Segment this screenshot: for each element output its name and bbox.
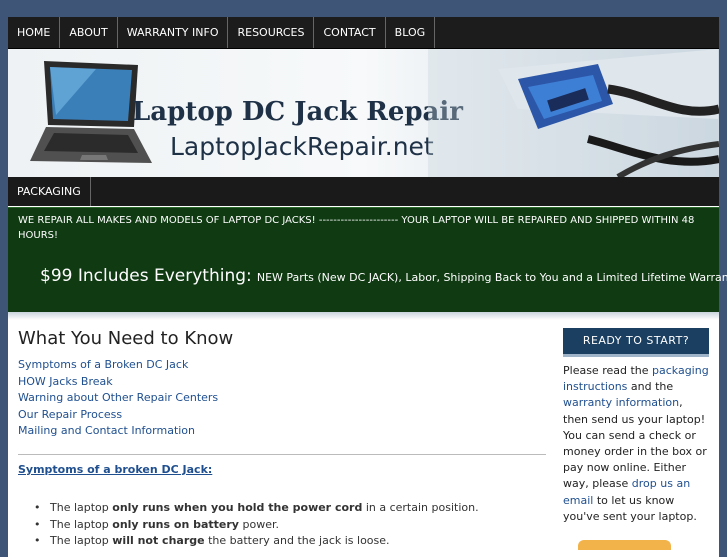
promo-box: WE REPAIR ALL MAKES AND MODELS OF LAPTOP…: [8, 207, 727, 312]
link-how-jacks-break[interactable]: HOW Jacks Break: [18, 374, 548, 391]
site-banner: Laptop DC Jack Repair LaptopJackRepair.n…: [8, 49, 719, 177]
promo-headline: WE REPAIR ALL MAKES AND MODELS OF LAPTOP…: [18, 215, 695, 241]
content-rule: [18, 454, 546, 455]
nav-blog[interactable]: BLOG: [386, 17, 436, 48]
warranty-information-link[interactable]: warranty information: [563, 396, 679, 409]
section-divider: [8, 312, 719, 320]
ready-to-start-heading: READY TO START?: [563, 328, 709, 357]
link-warning[interactable]: Warning about Other Repair Centers: [18, 390, 548, 407]
sidebar: READY TO START? Please read the packagin…: [563, 328, 709, 525]
promo-details: NEW Parts (New DC JACK), Labor, Shipping…: [256, 271, 727, 284]
promo-offer: $99 Includes Everything: NEW Parts (New …: [40, 266, 727, 286]
nav-contact[interactable]: CONTACT: [314, 17, 386, 48]
list-item: The laptop only runs when you hold the p…: [24, 500, 544, 517]
nav-packaging[interactable]: PACKAGING: [8, 177, 91, 206]
symptoms-heading: Symptoms of a broken DC Jack:: [18, 463, 213, 476]
link-repair-process[interactable]: Our Repair Process: [18, 407, 548, 424]
link-mailing-contact[interactable]: Mailing and Contact Information: [18, 423, 548, 440]
nav-home[interactable]: HOME: [8, 17, 61, 48]
pay-now-button[interactable]: [578, 540, 671, 550]
symptoms-list: The laptop only runs when you hold the p…: [24, 500, 544, 550]
main-nav: HOME ABOUT WARRANTY INFO RESOURCES CONTA…: [8, 17, 719, 49]
banner-title: Laptop DC Jack Repair: [132, 97, 463, 127]
main-content: What You Need to Know Symptoms of a Brok…: [18, 326, 548, 440]
nav-warranty-info[interactable]: WARRANTY INFO: [118, 17, 229, 48]
page-frame: HOME ABOUT WARRANTY INFO RESOURCES CONTA…: [8, 17, 727, 557]
page-title: What You Need to Know: [18, 328, 234, 349]
banner-domain: LaptopJackRepair.net: [170, 132, 434, 161]
dc-jack-image: [428, 49, 719, 177]
nav-resources[interactable]: RESOURCES: [228, 17, 315, 48]
list-item: The laptop will not charge the battery a…: [24, 533, 544, 550]
link-symptoms[interactable]: Symptoms of a Broken DC Jack: [18, 357, 548, 374]
list-item: The laptop only runs on battery power.: [24, 517, 544, 534]
sub-nav: PACKAGING: [8, 177, 719, 206]
nav-about[interactable]: ABOUT: [60, 17, 118, 48]
sidebar-text: Please read the packaging instructions a…: [563, 364, 709, 523]
toc-links: Symptoms of a Broken DC Jack HOW Jacks B…: [18, 357, 548, 440]
promo-price: $99 Includes Everything:: [40, 266, 252, 286]
